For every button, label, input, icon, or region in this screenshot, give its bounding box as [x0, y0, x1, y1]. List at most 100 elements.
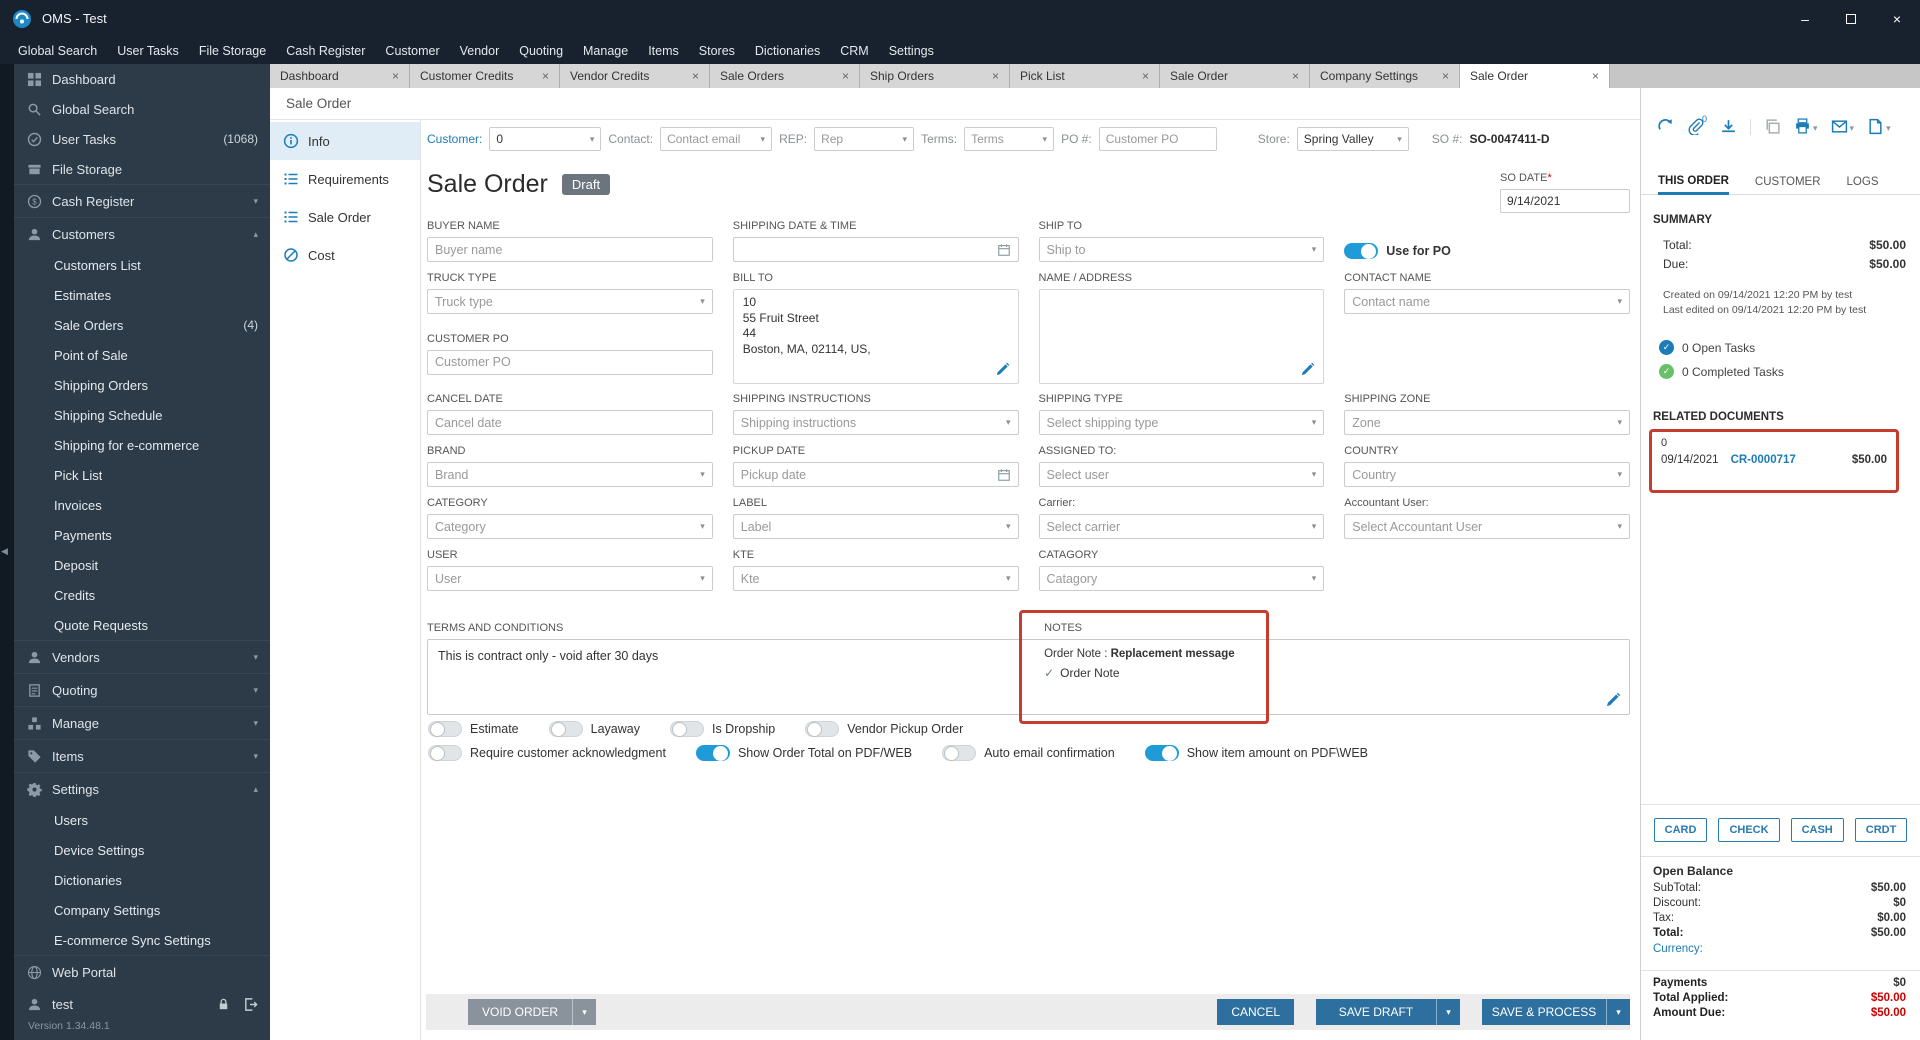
card-button[interactable]: CARD: [1653, 818, 1708, 842]
name-address-block[interactable]: [1038, 289, 1325, 384]
sidebar-item-dashboard[interactable]: Dashboard: [14, 64, 270, 94]
toggle-switch[interactable]: [669, 721, 704, 737]
sidebar-group-customers[interactable]: Customers ▴: [14, 217, 270, 250]
sidebar-item-ecommerce-sync-settings[interactable]: E-commerce Sync Settings: [14, 925, 270, 955]
related-doc-link[interactable]: CR-0000717: [1731, 454, 1796, 466]
menu-item-global-search[interactable]: Global Search: [8, 44, 107, 58]
sidebar-item-users[interactable]: Users: [14, 805, 270, 835]
minimize-button[interactable]: –: [1782, 0, 1828, 37]
country-select[interactable]: Country ▾: [1344, 462, 1630, 487]
sidebar-item-credits[interactable]: Credits: [14, 580, 270, 610]
tab-logs[interactable]: LOGS: [1847, 169, 1879, 195]
customer-po-input[interactable]: [1098, 127, 1217, 151]
save-process-dropdown[interactable]: ▾: [1606, 999, 1630, 1025]
edit-pencil-icon[interactable]: [1605, 692, 1621, 708]
menu-item-manage[interactable]: Manage: [573, 44, 638, 58]
currency-link[interactable]: Currency:: [1653, 943, 1703, 955]
cash-button[interactable]: CASH: [1790, 818, 1844, 842]
carrier-select[interactable]: Select carrier ▾: [1038, 514, 1325, 539]
copy-icon[interactable]: [1764, 118, 1781, 135]
tab-this-order[interactable]: THIS ORDER: [1658, 169, 1729, 195]
contact-select[interactable]: Contact email ▾: [660, 127, 773, 151]
menu-item-customer[interactable]: Customer: [375, 44, 449, 58]
save-draft-dropdown[interactable]: ▾: [1436, 999, 1460, 1025]
store-select[interactable]: Spring Valley ▾: [1296, 127, 1409, 151]
attachment-icon[interactable]: 0: [1687, 114, 1707, 135]
toggle-show-order-total[interactable]: Show Order Total on PDF/WEB: [695, 745, 912, 761]
sidebar-group-cash-register[interactable]: Cash Register ▾: [14, 184, 270, 217]
sidebar-item-customers-list[interactable]: Customers List: [14, 250, 270, 280]
menu-item-user-tasks[interactable]: User Tasks: [107, 44, 189, 58]
sidebar-item-global-search[interactable]: Global Search: [14, 94, 270, 124]
sidebar-item-invoices[interactable]: Invoices: [14, 490, 270, 520]
email-icon[interactable]: ▾: [1831, 118, 1854, 135]
tab-close-icon[interactable]: ×: [984, 69, 999, 83]
tab-close-icon[interactable]: ×: [1284, 69, 1299, 83]
accountant-user-select[interactable]: Select Accountant User ▾: [1344, 514, 1630, 539]
sidebar-item-file-storage[interactable]: File Storage: [14, 154, 270, 184]
toggle-layaway[interactable]: Layaway: [548, 721, 640, 737]
bill-to-address[interactable]: 10 55 Fruit Street 44 Boston, MA, 02114,…: [732, 289, 1019, 384]
sidebar-item-company-settings[interactable]: Company Settings: [14, 895, 270, 925]
tab-sale-orders[interactable]: Sale Orders ×: [710, 64, 860, 88]
sidebar-group-manage[interactable]: Manage ▾: [14, 706, 270, 739]
toggle-switch[interactable]: [695, 745, 730, 761]
buyer-name-input[interactable]: [427, 237, 713, 262]
save-process-button[interactable]: SAVE & PROCESS: [1482, 999, 1606, 1025]
sidebar-item-estimates[interactable]: Estimates: [14, 280, 270, 310]
tab-company-settings[interactable]: Company Settings ×: [1310, 64, 1460, 88]
category-select[interactable]: Category ▾: [427, 514, 713, 539]
catagory-select[interactable]: Catagory ▾: [1038, 566, 1325, 591]
tab-close-icon[interactable]: ×: [1134, 69, 1149, 83]
nav-item-cost[interactable]: Cost: [270, 236, 420, 274]
customer-po-form-input[interactable]: [427, 349, 713, 375]
toggle-estimate[interactable]: Estimate: [428, 721, 519, 737]
toggle-switch[interactable]: [428, 745, 462, 761]
tab-close-icon[interactable]: ×: [1584, 69, 1599, 83]
sidebar-item-shipping-orders[interactable]: Shipping Orders: [14, 370, 270, 400]
save-draft-button[interactable]: SAVE DRAFT: [1316, 999, 1436, 1025]
tab-vendor-credits[interactable]: Vendor Credits ×: [560, 64, 710, 88]
sync-icon[interactable]: [1657, 118, 1674, 135]
edit-pencil-icon[interactable]: [995, 362, 1010, 377]
contact-name-select[interactable]: Contact name ▾: [1344, 289, 1630, 314]
tab-close-icon[interactable]: ×: [684, 69, 699, 83]
crdt-button[interactable]: CRDT: [1854, 818, 1908, 842]
tab-ship-orders[interactable]: Ship Orders ×: [860, 64, 1010, 88]
shipping-zone-select[interactable]: Zone ▾: [1344, 410, 1630, 435]
cancel-date-input[interactable]: [427, 410, 713, 435]
sidebar-collapse-rail[interactable]: ◀: [0, 64, 14, 1040]
sidebar-item-sale-orders[interactable]: Sale Orders (4): [14, 310, 270, 340]
void-order-button[interactable]: VOID ORDER: [468, 999, 573, 1025]
sidebar-group-settings[interactable]: Settings ▴: [14, 772, 270, 805]
rep-select[interactable]: Rep ▾: [814, 127, 915, 151]
toggle-switch[interactable]: [805, 721, 840, 737]
check-button[interactable]: CHECK: [1718, 818, 1780, 842]
kte-select[interactable]: Kte ▾: [732, 566, 1019, 591]
sidebar-item-shipping-ecommerce[interactable]: Shipping for e-commerce: [14, 430, 270, 460]
brand-select[interactable]: Brand ▾: [427, 462, 713, 487]
sidebar-group-items[interactable]: Items ▾: [14, 739, 270, 772]
terms-select[interactable]: Terms ▾: [964, 127, 1055, 151]
tab-close-icon[interactable]: ×: [834, 69, 849, 83]
export-file-icon[interactable]: ▾: [1867, 118, 1891, 135]
sidebar-user[interactable]: test: [14, 988, 270, 1020]
tab-sale-order-1[interactable]: Sale Order ×: [1160, 64, 1310, 88]
truck-type-select[interactable]: Truck type ▾: [427, 289, 713, 314]
toggle-is-dropship[interactable]: Is Dropship: [669, 721, 775, 737]
sidebar-item-web-portal[interactable]: Web Portal: [14, 955, 270, 988]
pickup-date-input[interactable]: Pickup date: [732, 462, 1019, 487]
nav-item-sale-order[interactable]: Sale Order: [270, 198, 420, 236]
menu-item-crm[interactable]: CRM: [830, 44, 878, 58]
tab-close-icon[interactable]: ×: [384, 69, 399, 83]
menu-item-settings[interactable]: Settings: [879, 44, 944, 58]
completed-tasks[interactable]: ✓ 0 Completed Tasks: [1659, 364, 1784, 379]
customer-select[interactable]: 0 ▾: [489, 127, 602, 151]
shipping-datetime-input[interactable]: [732, 237, 1019, 262]
user-select[interactable]: User ▾: [427, 566, 713, 591]
cancel-button[interactable]: CANCEL: [1217, 999, 1294, 1025]
toggle-switch[interactable]: [428, 721, 462, 737]
menu-item-cash-register[interactable]: Cash Register: [276, 44, 375, 58]
sidebar-item-shipping-schedule[interactable]: Shipping Schedule: [14, 400, 270, 430]
shipping-type-select[interactable]: Select shipping type ▾: [1038, 410, 1325, 435]
